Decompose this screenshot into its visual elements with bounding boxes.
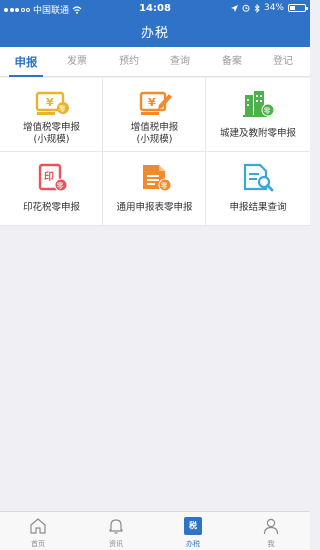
- tabbar-home-label: 首页: [31, 540, 45, 548]
- stamp-duty-label: 印花税零申报: [22, 202, 80, 213]
- person-icon: [263, 518, 279, 535]
- result-search-tile[interactable]: 申报结果查询: [206, 152, 310, 226]
- tabbar-me[interactable]: 我: [241, 512, 301, 550]
- tax-icon: 税: [184, 517, 202, 535]
- tabbar-me-label: 我: [267, 540, 275, 548]
- general-form-icon: 零: [142, 165, 171, 192]
- stamp-duty-tile[interactable]: 印 零 印花税零申报: [0, 152, 103, 226]
- tax-icon-text: 税: [189, 521, 197, 530]
- svg-text:零: 零: [56, 182, 63, 190]
- result-search-label: 申报结果查询: [229, 202, 287, 213]
- tab-appointment[interactable]: 预约: [109, 47, 149, 77]
- tab-filing[interactable]: 备案: [212, 47, 252, 77]
- tabbar-home[interactable]: 首页: [8, 512, 68, 550]
- tabbar-news[interactable]: 资讯: [86, 512, 146, 550]
- general-form-label: 通用申报表零申报: [116, 202, 193, 213]
- urban-construction-tile[interactable]: 零 城建及教附零申报: [206, 78, 310, 152]
- bluetooth-icon: [254, 3, 260, 13]
- vat-declaration-label: 增值税申报 (小规模): [130, 122, 179, 145]
- bell-icon: [109, 519, 123, 534]
- alarm-icon: [242, 4, 250, 12]
- tab-query[interactable]: 查询: [160, 47, 200, 77]
- svg-text:零: 零: [264, 107, 271, 115]
- tab-declare[interactable]: 申报: [6, 47, 46, 77]
- svg-text:印: 印: [44, 171, 54, 183]
- svg-text:零: 零: [58, 105, 65, 113]
- location-icon: [230, 4, 238, 12]
- battery-icon: [288, 4, 308, 12]
- tab-registration[interactable]: 登记: [263, 47, 303, 77]
- tabbar-tax-label: 办税: [186, 540, 200, 548]
- urban-construction-icon: 零: [243, 91, 275, 117]
- page-title: 办税: [140, 26, 169, 41]
- category-tabs: 申报 发票 预约 查询 备案 登记: [0, 47, 310, 77]
- service-grid: ¥ 零 增值税零申报 (小规模) ¥ 增值税申报 (小规模) 零 城建及教附零申报: [0, 78, 310, 226]
- vat-declaration-tile[interactable]: ¥ 增值税申报 (小规模): [103, 78, 206, 152]
- result-search-icon: [243, 163, 274, 192]
- tabbar-news-label: 资讯: [109, 540, 123, 548]
- vat-declaration-icon: ¥: [139, 91, 172, 115]
- home-icon: [30, 518, 46, 534]
- stamp-duty-icon: 印 零: [38, 163, 67, 192]
- svg-text:零: 零: [160, 182, 167, 190]
- battery-percent: 34%: [263, 3, 284, 13]
- app-header: 中国联通 14:08 34% 办税: [0, 0, 310, 47]
- general-form-tile[interactable]: 零 通用申报表零申报: [103, 152, 206, 226]
- tab-invoice[interactable]: 发票: [57, 47, 97, 77]
- svg-text:¥: ¥: [46, 96, 54, 109]
- vat-zero-declaration-tile[interactable]: ¥ 零 增值税零申报 (小规模): [0, 78, 103, 152]
- bottom-tab-bar: 首页 资讯 税 办税 我: [0, 511, 310, 550]
- status-bar: 中国联通 14:08 34%: [0, 0, 310, 18]
- vat-zero-declaration-label: 增值税零申报 (小规模): [22, 122, 80, 145]
- tabbar-tax[interactable]: 税 办税: [163, 512, 223, 550]
- vat-zero-declaration-icon: ¥ 零: [35, 91, 69, 115]
- urban-construction-label: 城建及教附零申报: [219, 128, 296, 139]
- svg-text:¥: ¥: [148, 96, 156, 109]
